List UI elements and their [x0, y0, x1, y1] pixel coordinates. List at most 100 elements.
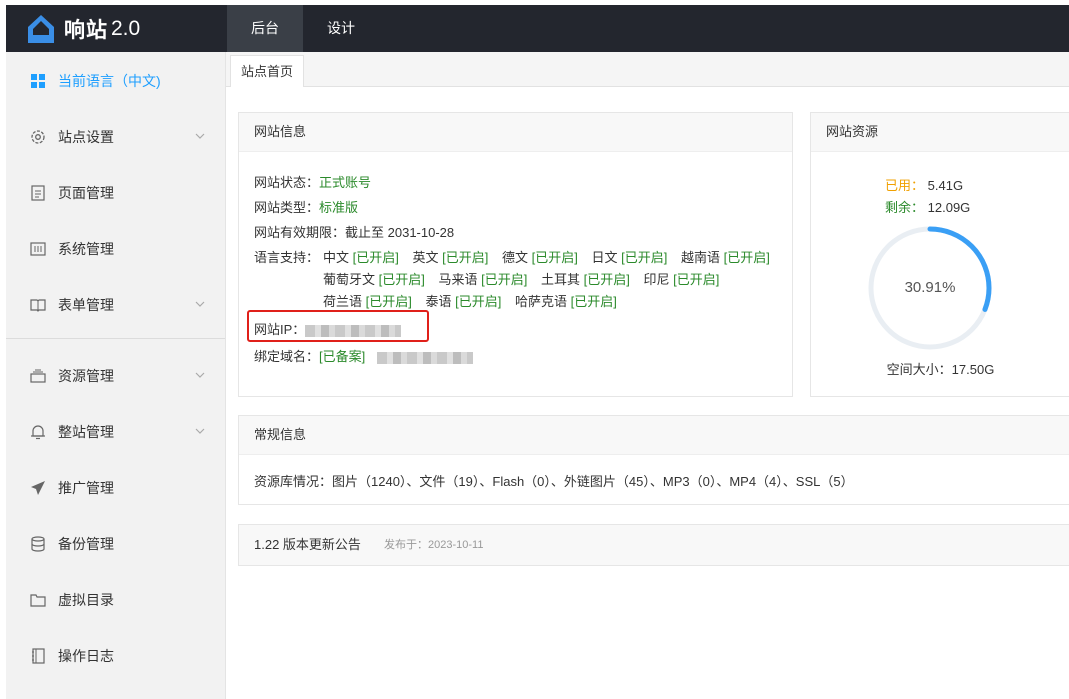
sidebar-item-form-management[interactable]: 表单管理 — [6, 277, 225, 333]
sidebar-item-promotion-management[interactable]: 推广管理 — [6, 460, 225, 516]
used-space-row: 已用： 5.41G — [885, 175, 963, 194]
site-status-label: 网站状态： — [254, 175, 320, 190]
used-value: 5.41G — [927, 178, 964, 193]
language-row-2: 葡萄牙文 [已开启] 马来语 [已开启] 土耳其 [已开启] 印尼 [已开启] — [323, 269, 729, 288]
site-status-row: 网站状态：正式账号 — [254, 172, 371, 191]
update-notice-date: 发布于：2023-10-11 — [384, 539, 484, 551]
site-expiry-row: 网站有效期限：截止至 2031-10-28 — [254, 222, 454, 241]
sidebar-divider — [6, 338, 225, 339]
sidebar-item-label: 表单管理 — [58, 297, 114, 313]
language-item: 葡萄牙文 [已开启] — [323, 272, 425, 287]
resource-library-summary: 资源库情况：图片（1240）、文件（19）、Flash（0）、外链图片（45）、… — [254, 474, 854, 489]
sidebar-item-label: 页面管理 — [58, 185, 114, 201]
total-space-row: 空间大小：17.50G — [811, 359, 1069, 378]
sidebar-item-site-management[interactable]: 整站管理 — [6, 404, 225, 460]
language-support-label: 语言支持： — [254, 250, 320, 265]
brand-name: 响站 — [64, 18, 108, 42]
language-item: 越南语 [已开启] — [681, 250, 770, 265]
chevron-down-icon — [195, 428, 205, 434]
site-ip-label: 网站IP： — [254, 322, 306, 337]
language-item: 荷兰语 [已开启] — [323, 294, 412, 309]
logo[interactable]: 响站 2.0 — [6, 5, 227, 52]
chevron-down-icon — [195, 372, 205, 378]
send-icon — [30, 480, 46, 496]
sidebar: 当前语言（中文) 站点设置 页面管理 系统管理 表单管理 资源管理 整站管理 推… — [6, 52, 226, 699]
site-type-row: 网站类型：标准版 — [254, 197, 358, 216]
domain-redacted — [376, 351, 473, 364]
domain-row: 绑定域名：[已备案] — [254, 346, 473, 365]
remaining-value: 12.09G — [927, 200, 971, 215]
update-notice-panel[interactable]: 1.22 版本更新公告 发布于：2023-10-11 — [238, 524, 1069, 566]
chevron-down-icon — [195, 133, 205, 139]
main-content: 站点首页 网站信息 网站状态：正式账号 网站类型：标准版 网站有效期限：截止至 … — [226, 52, 1069, 699]
sidebar-item-resource-management[interactable]: 资源管理 — [6, 348, 225, 404]
site-ip-row: 网站IP： — [254, 319, 402, 338]
log-icon — [30, 648, 46, 664]
panel-title: 常规信息 — [239, 416, 1069, 455]
site-status-value: 正式账号 — [319, 175, 372, 190]
sidebar-item-label: 系统管理 — [58, 241, 114, 257]
language-item: 德文 [已开启] — [502, 250, 578, 265]
language-item: 马来语 [已开启] — [438, 272, 528, 287]
language-item: 中文 [已开启] — [323, 250, 399, 265]
panel-title: 网站信息 — [239, 113, 792, 152]
domain-label: 绑定域名： — [254, 349, 320, 364]
used-label: 已用： — [885, 178, 925, 193]
sidebar-item-operation-log[interactable]: 操作日志 — [6, 628, 225, 684]
site-info-panel: 网站信息 网站状态：正式账号 网站类型：标准版 网站有效期限：截止至 2031-… — [238, 112, 793, 397]
sidebar-item-current-language[interactable]: 当前语言（中文) — [6, 53, 225, 109]
tab-site-home[interactable]: 站点首页 — [230, 55, 305, 87]
sidebar-item-page-management[interactable]: 页面管理 — [6, 165, 225, 221]
sidebar-item-label: 整站管理 — [58, 424, 114, 440]
gear-icon — [30, 129, 46, 145]
sidebar-item-label: 资源管理 — [58, 368, 114, 384]
language-item: 英文 [已开启] — [412, 250, 489, 265]
page-icon — [30, 185, 46, 201]
sidebar-item-label: 推广管理 — [58, 480, 114, 496]
tab-backend[interactable]: 后台 — [227, 5, 303, 52]
sidebar-item-backup-management[interactable]: 备份管理 — [6, 516, 225, 572]
domain-status: [已备案] — [319, 349, 366, 364]
site-expiry-value: 截止至 2031-10-28 — [345, 225, 455, 240]
usage-percent: 30.91% — [904, 279, 956, 296]
site-type-label: 网站类型： — [254, 200, 320, 215]
bell-icon — [30, 424, 46, 440]
language-item: 日文 [已开启] — [591, 250, 668, 265]
update-notice-background — [239, 525, 1069, 565]
language-item: 泰语 [已开启] — [425, 294, 502, 309]
brand-version: 2.0 — [111, 16, 141, 40]
general-info-panel: 常规信息 资源库情况：图片（1240）、文件（19）、Flash（0）、外链图片… — [238, 415, 1069, 505]
language-row-1: 中文 [已开启] 英文 [已开启] 德文 [已开启] 日文 [已开启] 越南语 … — [323, 247, 780, 266]
sidebar-item-label: 备份管理 — [58, 536, 114, 552]
panel-title: 网站资源 — [811, 113, 1069, 152]
database-icon — [30, 536, 46, 552]
update-notice-title[interactable]: 1.22 版本更新公告 — [254, 525, 361, 565]
sidebar-item-label: 站点设置 — [58, 129, 114, 145]
sidebar-item-label: 虚拟目录 — [58, 592, 114, 608]
tab-strip: 站点首页 — [226, 52, 1069, 87]
chevron-down-icon — [195, 301, 205, 307]
tab-design[interactable]: 设计 — [303, 5, 379, 52]
language-item: 哈萨克语 [已开启] — [515, 294, 617, 309]
sidebar-item-label: 操作日志 — [58, 648, 114, 664]
system-icon — [30, 241, 46, 257]
site-expiry-label: 网站有效期限： — [254, 225, 346, 240]
remaining-label: 剩余： — [885, 200, 925, 215]
top-nav-bar: 响站 2.0 后台 设计 — [6, 5, 1069, 52]
total-value: 17.50G — [951, 362, 995, 377]
site-ip-redacted — [305, 324, 402, 337]
language-row-3: 荷兰语 [已开启] 泰语 [已开启] 哈萨克语 [已开启] — [323, 291, 627, 310]
site-resources-panel: 网站资源 已用： 5.41G 剩余： 12.09G 30.91% 空间大小：17… — [810, 112, 1069, 397]
sidebar-item-label: 当前语言（中文) — [58, 73, 161, 89]
tray-icon — [30, 368, 46, 384]
site-type-value: 标准版 — [319, 200, 359, 215]
folder-icon — [30, 592, 46, 608]
sidebar-item-virtual-directory[interactable]: 虚拟目录 — [6, 572, 225, 628]
sidebar-item-site-settings[interactable]: 站点设置 — [6, 109, 225, 165]
sidebar-item-system-management[interactable]: 系统管理 — [6, 221, 225, 277]
remaining-space-row: 剩余： 12.09G — [885, 197, 970, 216]
book-icon — [30, 297, 46, 313]
language-item: 土耳其 [已开启] — [541, 272, 630, 287]
language-item: 印尼 [已开启] — [643, 272, 720, 287]
house-logo-icon — [28, 14, 54, 43]
